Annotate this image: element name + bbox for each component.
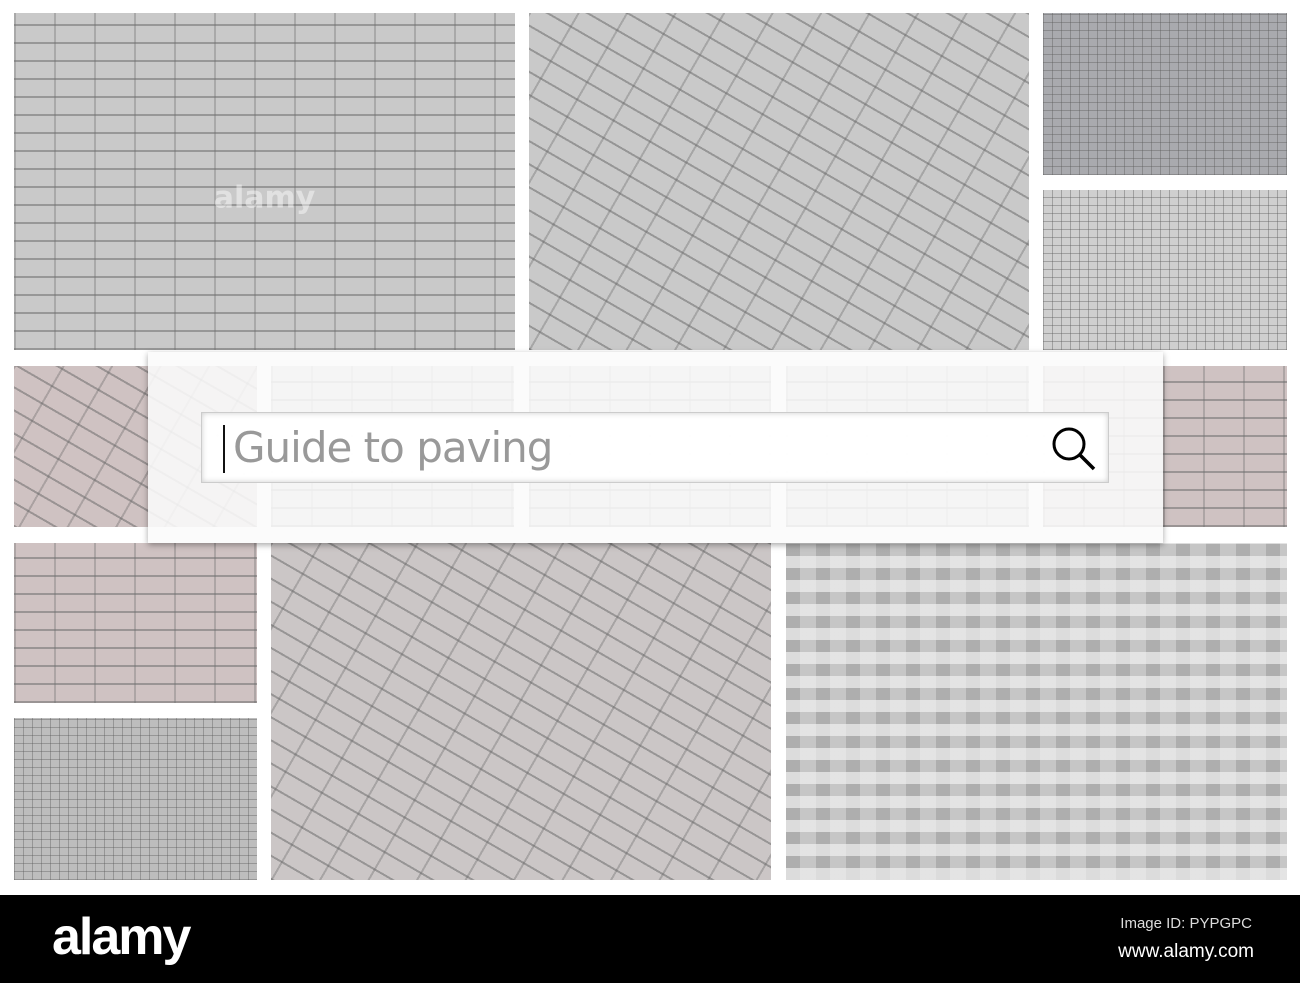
photo-tile-cobble-2	[1043, 190, 1287, 350]
photo-tile-pink-bricks	[14, 543, 257, 703]
photo-tile-curved-paving	[271, 543, 771, 880]
search-icon[interactable]	[1048, 423, 1100, 475]
image-id: Image ID: PYPGPC	[1120, 915, 1252, 932]
alamy-logo: alamy	[52, 908, 191, 966]
photo-tile-mixed-blocks	[786, 543, 1287, 880]
watermark: alamy	[213, 180, 316, 216]
photo-tile-bricks-1: alamy	[14, 13, 515, 350]
search-query: Guide to paving	[233, 423, 553, 472]
search-input[interactable]: Guide to paving	[201, 412, 1109, 483]
site-url: www.alamy.com	[1118, 941, 1254, 962]
photo-tile-bricks-2	[529, 13, 1029, 350]
text-caret	[223, 425, 225, 473]
photo-tile-cobble-3	[14, 718, 257, 880]
footer-bar: alamy Image ID: PYPGPC www.alamy.com	[0, 895, 1300, 983]
photo-tile-cobble-1	[1043, 13, 1287, 175]
